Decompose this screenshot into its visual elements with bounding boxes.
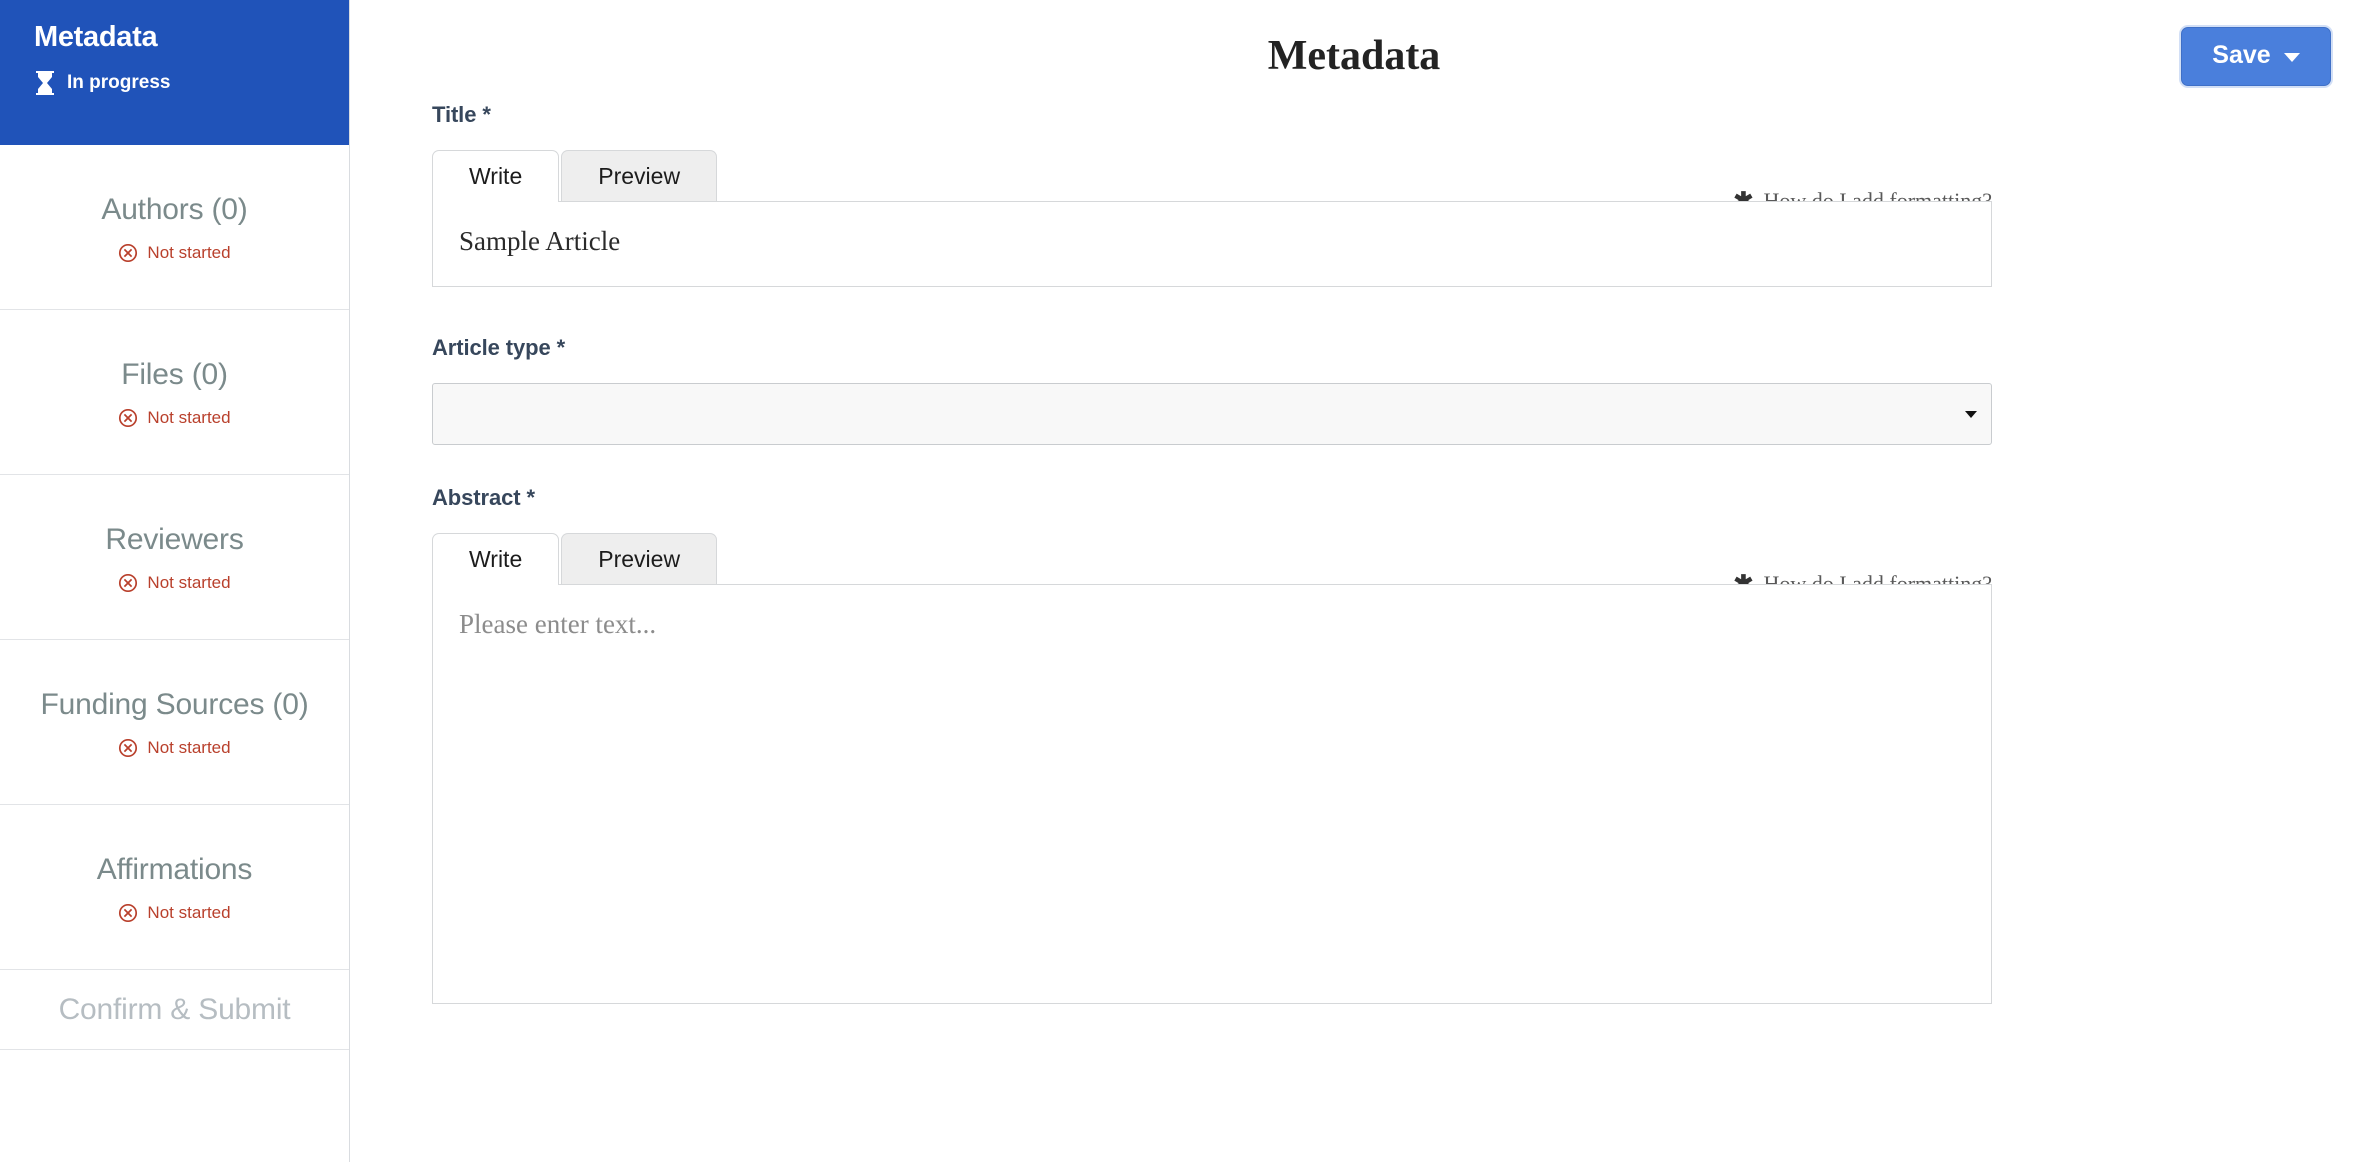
abstract-input[interactable]: Please enter text... — [433, 585, 1991, 664]
x-circle-icon — [118, 408, 138, 428]
title-input-container[interactable]: Sample Article — [432, 201, 1992, 287]
x-circle-icon — [118, 738, 138, 758]
status-badge: Not started — [118, 572, 231, 593]
status-label: Not started — [147, 902, 231, 922]
status-label: Not started — [147, 737, 231, 757]
status-label: Not started — [147, 572, 231, 592]
sidebar-bottom-spacer — [0, 1050, 349, 1162]
sidebar-item-affirmations[interactable]: Affirmations Not started — [0, 805, 349, 970]
title-field-label: Title * — [432, 102, 491, 127]
save-button[interactable]: Save — [2181, 27, 2331, 86]
chevron-down-icon — [2283, 52, 2300, 62]
status-label: Not started — [147, 407, 231, 427]
article-type-field-label: Article type * — [432, 335, 566, 360]
save-button-label: Save — [2212, 41, 2271, 69]
title-editor-tabs: Write Preview ✱ How do I add formatting? — [432, 149, 1992, 214]
title-field-group: Title * Write Preview ✱ How do I add for… — [350, 102, 2358, 287]
hourglass-icon — [34, 70, 56, 96]
x-circle-icon — [118, 903, 138, 923]
status-badge: Not started — [118, 407, 231, 428]
submission-steps-sidebar: Metadata In progress Authors (0) Not sta… — [0, 0, 350, 1162]
title-input[interactable]: Sample Article — [433, 202, 1991, 281]
page-title: Metadata — [1267, 33, 1441, 79]
sidebar-header-status-label: In progress — [67, 71, 171, 93]
form-spacer — [350, 445, 2358, 485]
sidebar-item-label: Funding Sources (0) — [40, 687, 309, 721]
status-badge: Not started — [118, 902, 231, 923]
abstract-input-container[interactable]: Please enter text... — [432, 584, 1992, 1004]
sidebar-item-list: Authors (0) Not started Files (0) Not st… — [0, 145, 349, 1162]
chevron-down-icon — [1965, 410, 1977, 418]
tab-abstract-preview[interactable]: Preview — [561, 532, 718, 585]
article-type-select[interactable] — [432, 383, 1992, 445]
status-badge: Not started — [118, 242, 231, 263]
abstract-field-label: Abstract * — [432, 485, 535, 510]
sidebar-header-title: Metadata — [34, 21, 158, 53]
sidebar-item-funding-sources[interactable]: Funding Sources (0) Not started — [0, 640, 349, 805]
metadata-form: Title * Write Preview ✱ How do I add for… — [350, 102, 2358, 1004]
sidebar-item-label: Authors (0) — [101, 192, 248, 226]
x-circle-icon — [118, 243, 138, 263]
main-content: Metadata Save Title * Write Preview ✱ Ho… — [350, 0, 2358, 1162]
x-circle-icon — [118, 573, 138, 593]
sidebar-item-confirm-submit[interactable]: Confirm & Submit — [0, 970, 349, 1050]
sidebar-item-label: Confirm & Submit — [58, 992, 291, 1026]
sidebar-item-authors[interactable]: Authors (0) Not started — [0, 145, 349, 310]
status-badge: Not started — [118, 737, 231, 758]
abstract-field-group: Abstract * Write Preview ✱ How do I add … — [350, 485, 2358, 1004]
article-type-field-group: Article type * — [350, 335, 2358, 445]
sidebar-item-label: Files (0) — [121, 357, 228, 391]
sidebar-item-label: Reviewers — [105, 522, 244, 556]
sidebar-header-status: In progress — [34, 70, 349, 96]
sidebar-header: Metadata In progress — [0, 0, 349, 145]
sidebar-item-files[interactable]: Files (0) Not started — [0, 310, 349, 475]
form-spacer — [350, 287, 2358, 335]
sidebar-item-label: Affirmations — [96, 852, 253, 886]
abstract-editor-tabs: Write Preview ✱ How do I add formatting? — [432, 532, 1992, 597]
metadata-submission-page: Metadata In progress Authors (0) Not sta… — [0, 0, 2358, 1162]
status-label: Not started — [147, 242, 231, 262]
tab-title-write[interactable]: Write — [432, 149, 560, 204]
tab-title-preview[interactable]: Preview — [561, 149, 718, 202]
tab-abstract-write[interactable]: Write — [432, 532, 560, 587]
sidebar-item-reviewers[interactable]: Reviewers Not started — [0, 475, 349, 640]
